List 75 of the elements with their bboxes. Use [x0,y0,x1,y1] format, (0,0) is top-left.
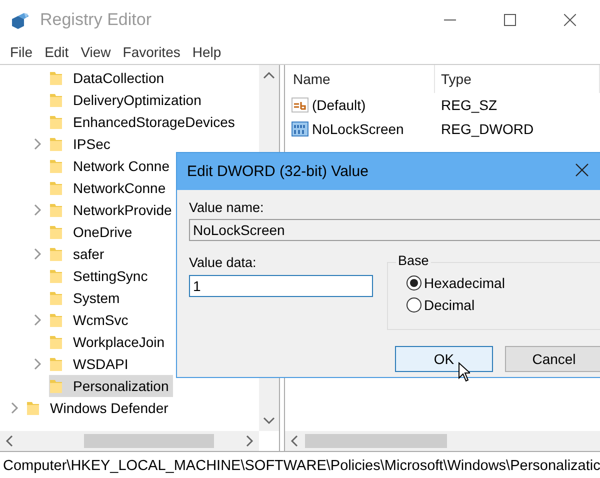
tree-item[interactable]: Network Conne [49,155,174,177]
tree-item[interactable]: Personalization [49,375,173,397]
dialog-button[interactable]: OK [395,346,493,372]
menu-item[interactable]: File [4,44,39,60]
folder-icon [49,158,63,174]
radio-icon[interactable] [406,297,422,313]
folder-icon [49,290,63,306]
scroll-up-icon[interactable] [263,71,275,79]
menu-item[interactable]: View [74,44,117,60]
horizontal-scrollbar[interactable] [285,431,600,451]
chevron-icon[interactable] [34,314,42,326]
folder-icon [49,202,63,218]
tree-item[interactable]: safer [49,243,108,265]
group-label: Base [396,253,431,268]
menu-item[interactable]: Edit [38,44,75,60]
tree-item[interactable]: WcmSvc [49,309,132,331]
string-value-icon [291,96,309,114]
value-name[interactable]: NoLockScreen [312,121,404,137]
value-data-field[interactable]: 1 [189,275,373,297]
folder-icon [49,268,63,284]
folder-icon [49,70,63,86]
folder-icon [49,114,63,130]
menu-item[interactable]: Help [186,44,228,60]
close-icon[interactable] [575,163,589,177]
dialog-title: Edit DWORD (32-bit) Value [177,153,600,190]
folder-icon [49,246,63,262]
chevron-icon[interactable] [34,358,42,370]
folder-icon [49,136,63,152]
radio-option[interactable]: Decimal [406,297,600,313]
status-bar: Computer\HKEY_LOCAL_MACHINE\SOFTWARE\Policies\Microsoft\Windows\Personalizatic [0,451,600,478]
tree-item[interactable]: IPSec [49,133,114,155]
field-label: Value name: [189,200,265,215]
tree-item[interactable]: NetworkProvide [49,199,176,221]
tree-item[interactable]: SettingSync [49,265,152,287]
dialog-button[interactable]: Cancel [505,346,600,372]
tree-item[interactable]: NetworkConne [49,177,170,199]
tree-item[interactable]: DataCollection [49,67,168,89]
folder-icon [49,312,63,328]
radio-icon[interactable] [406,275,422,291]
value-name[interactable]: (Default) [312,97,366,113]
folder-icon [26,400,40,416]
window-title: Registry Editor [40,10,152,30]
tree-item[interactable]: Windows Defender [26,397,172,419]
value-type: REG_SZ [440,97,498,113]
tree-item[interactable]: WSDAPI [49,353,132,375]
tree-item[interactable]: EnhancedStorageDevices [49,111,239,133]
field-label: Value data: [189,255,258,270]
menu-item[interactable]: Favorites [116,44,186,60]
folder-icon [49,92,63,108]
scroll-down-icon[interactable] [263,417,275,425]
chevron-icon[interactable] [34,248,42,260]
mouse-pointer-icon [458,362,470,382]
minimize-icon[interactable] [444,19,456,21]
chevron-icon[interactable] [34,204,42,216]
tree-item[interactable]: System [49,287,124,309]
tree-item[interactable]: WorkplaceJoin [49,331,169,353]
maximize-icon[interactable] [504,14,516,26]
folder-icon [49,334,63,350]
value-name-field[interactable]: NoLockScreen [189,219,600,241]
tree-item[interactable]: DeliveryOptimization [49,89,206,111]
folder-icon [49,180,63,196]
value-type: REG_DWORD [440,121,534,137]
horizontal-scrollbar[interactable] [0,431,259,451]
binary-value-icon [291,120,309,138]
folder-icon [49,356,63,372]
registry-cubes-icon [10,11,30,29]
folder-icon [49,224,63,240]
column-header[interactable]: Name [285,65,435,93]
close-icon[interactable] [564,14,576,26]
folder-icon [49,378,63,394]
chevron-icon[interactable] [11,402,19,414]
tree-item[interactable]: OneDrive [49,221,136,243]
chevron-icon[interactable] [34,138,42,150]
column-header[interactable]: Type [435,65,600,93]
radio-option[interactable]: Hexadecimal [406,275,600,291]
